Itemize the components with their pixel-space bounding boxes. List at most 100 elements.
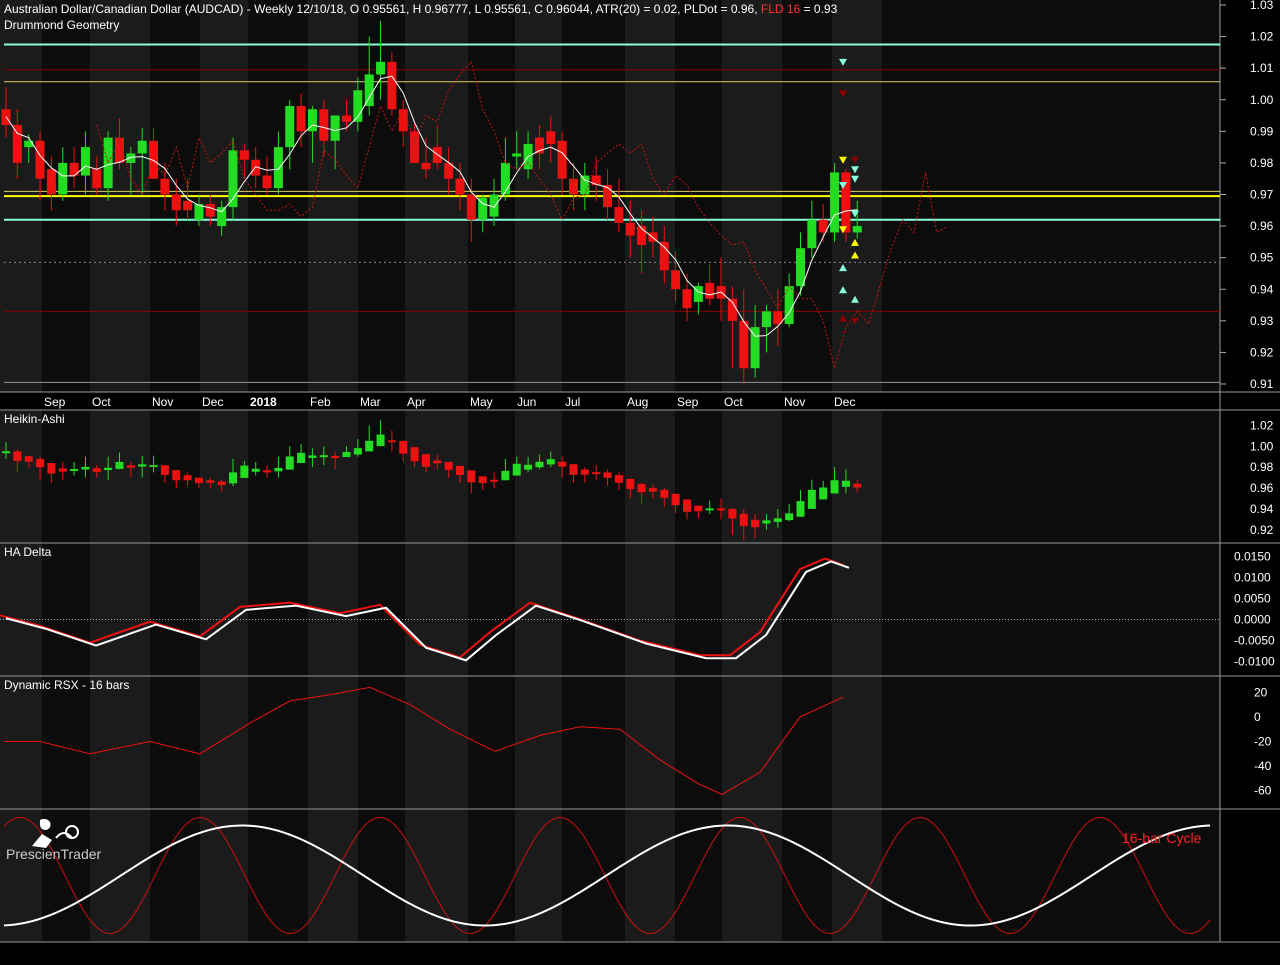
month-band: [468, 676, 515, 809]
ha-body: [81, 466, 90, 470]
month-band: [675, 676, 722, 809]
ha-body: [558, 461, 567, 467]
ha-body: [353, 448, 362, 455]
candle-body: [603, 185, 613, 208]
ha-body: [819, 487, 828, 500]
ha-body: [229, 472, 237, 484]
ha-body: [660, 489, 669, 498]
ha-body: [569, 464, 578, 475]
month-band: [515, 410, 562, 543]
ha-body: [467, 470, 476, 483]
ha-body: [387, 440, 396, 443]
ha-body: [70, 469, 79, 471]
candle-body: [841, 172, 851, 233]
month-band: [882, 410, 1220, 543]
ha-body: [172, 470, 181, 481]
candle-body: [750, 327, 760, 369]
candle-body: [296, 106, 306, 132]
ha-body: [728, 508, 737, 519]
candle-body: [852, 226, 862, 233]
candle-body: [273, 147, 283, 189]
month-band: [90, 676, 150, 809]
candle-body: [614, 207, 624, 223]
candle-body: [103, 137, 113, 189]
month-band: [625, 410, 675, 543]
month-label: Nov: [152, 395, 173, 409]
candle-body: [217, 207, 227, 227]
month-band: [200, 676, 248, 809]
candle-body: [137, 140, 147, 154]
ha-body: [2, 451, 10, 454]
ha-body: [342, 452, 351, 457]
main-ytick-label: 0.97: [1250, 188, 1274, 202]
candle-body: [35, 140, 45, 179]
ha-body: [626, 478, 635, 490]
month-label: Dec: [202, 395, 223, 409]
rsx-ytick-label: -40: [1254, 759, 1272, 773]
main-ytick-label: 0.95: [1250, 251, 1274, 265]
rsx-pane-title: Dynamic RSX - 16 bars: [4, 678, 130, 692]
ha-body: [683, 499, 691, 512]
candle-body: [285, 106, 295, 148]
ha-body: [648, 488, 657, 492]
month-band: [90, 410, 150, 543]
main-ytick-label: 1.03: [1250, 0, 1274, 12]
rsx-ytick-label: -20: [1254, 735, 1272, 749]
ha-body: [160, 465, 169, 475]
chart-window: Sep Oct Nov Dec 2018 Feb Mar Apr May Jun Jul Aug Sep…: [0, 0, 1280, 960]
brand-logo: PrescienTrader: [4, 812, 114, 864]
candle-body: [455, 178, 465, 195]
ha-body: [126, 465, 135, 468]
candle-body: [466, 194, 476, 220]
ha-body: [421, 454, 430, 467]
candle-body: [364, 74, 374, 107]
ha-body: [512, 463, 521, 476]
ha-body: [614, 475, 623, 483]
month-label: Jun: [517, 395, 536, 409]
ha-body: [104, 467, 113, 471]
ha-body: [456, 465, 464, 475]
ha-body: [478, 476, 487, 484]
candle-body: [239, 150, 249, 160]
ha-ytick-label: 0.92: [1250, 523, 1274, 537]
ha-body: [524, 464, 533, 470]
ha-ytick-label: 0.96: [1250, 481, 1274, 495]
ha-ytick-label: 1.02: [1250, 418, 1274, 432]
header-title: Australian Dollar/Canadian Dollar (AUDCA…: [4, 2, 761, 16]
month-band: [405, 410, 468, 543]
ha-body: [841, 480, 850, 487]
main-ytick-label: 0.91: [1250, 377, 1274, 391]
ha-body: [853, 483, 862, 488]
month-band: [882, 809, 1220, 942]
ha-pane-title: Heikin-Ashi: [4, 412, 65, 426]
candle-body: [625, 222, 635, 236]
main-ytick-label: 0.99: [1250, 124, 1274, 138]
candle-body: [682, 289, 692, 309]
chart-canvas[interactable]: Sep Oct Nov Dec 2018 Feb Mar Apr May Jun Jul Aug Sep…: [0, 0, 1280, 960]
month-band: [308, 809, 358, 942]
date-axis-strip: [0, 392, 1220, 410]
month-band: [200, 809, 248, 942]
month-band: [782, 543, 832, 676]
ha-body: [183, 475, 192, 481]
header-fld-value: = 0.93: [800, 2, 838, 16]
candle-body: [398, 109, 408, 132]
month-band: [782, 809, 832, 942]
candle-body: [92, 169, 102, 189]
ha-body: [694, 505, 703, 512]
delta-ytick-label: 0.0100: [1234, 570, 1271, 584]
candle-body: [319, 109, 329, 141]
ha-body: [376, 434, 385, 447]
ha-body: [194, 477, 203, 484]
month-label: Sep: [44, 395, 66, 409]
main-ytick-label: 1.02: [1250, 30, 1274, 44]
month-label: Oct: [92, 395, 111, 409]
month-band: [882, 676, 1220, 809]
delta-ytick-label: 0.0150: [1234, 549, 1271, 563]
candle-body: [830, 172, 840, 233]
month-band: [782, 410, 832, 543]
ha-body: [830, 480, 839, 494]
header-fld-label: FLD 16: [760, 2, 801, 16]
ha-body: [36, 458, 45, 468]
ha-body: [592, 472, 601, 475]
